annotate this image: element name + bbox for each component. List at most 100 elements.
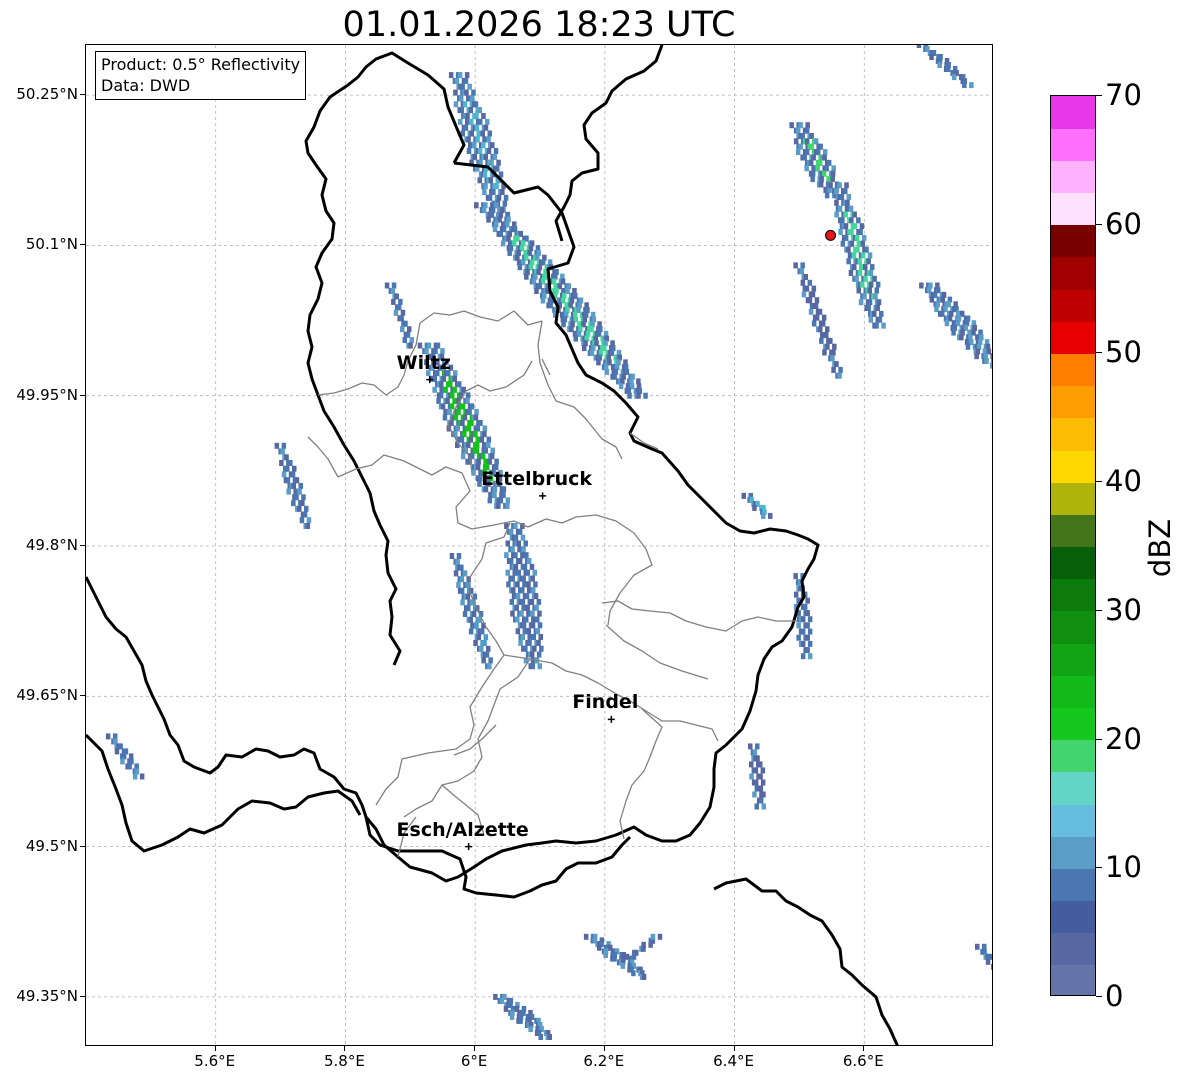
colorbar-segment [1051,321,1095,355]
echo-pixel [281,442,287,449]
echo-cell [583,933,647,980]
echo-pixel [825,326,830,333]
echo-pixel [597,944,602,951]
echo-pixel [487,497,493,504]
colorbar-segment [1051,675,1095,708]
echo-pixel [634,949,639,956]
echo-pixel [469,403,475,410]
lat-tick [80,394,85,396]
colorbar-tick [1096,95,1102,96]
echo-pixel [469,130,474,137]
echo-pixel [832,343,837,350]
echo-pixel [846,246,851,253]
echo-pixel [305,523,310,529]
echo-pixel [800,279,806,286]
echo-pixel [449,553,455,559]
echo-cell [493,993,552,1040]
echo-pixel [862,293,867,300]
echo-pixel [456,408,461,415]
echo-pixel [536,651,542,658]
echo-pixel [872,310,877,317]
echo-pixel [837,205,843,212]
echo-pixel [818,181,824,188]
echo-pixel [761,803,766,810]
city-label: Findel [572,691,639,714]
colorbar-segment [1051,289,1095,322]
echo-pixel [473,640,478,646]
echo-pixel [522,563,528,570]
echo-pixel [475,425,481,432]
colorbar-segment [1051,643,1095,676]
echo-pixel [471,89,476,96]
echo-pixel [496,502,501,509]
echo-pixel [515,628,521,635]
city-label: Wiltz [396,351,451,374]
echo-pixel [403,320,408,327]
echo-pixel [798,122,803,129]
echo-pixel [493,148,499,154]
radar-map[interactable] [85,44,993,1046]
echo-pixel [804,165,809,172]
echo-pixel [297,488,302,495]
echo-pixel [814,314,820,321]
echo-pixel [530,663,535,670]
echo-pixel [991,963,992,970]
echo-pixel [811,320,817,327]
colorbar-segment [1051,707,1095,741]
echo-pixel [518,1017,523,1024]
echo-pixel [400,309,406,316]
echo-pixel [486,442,491,449]
echo-pixel [521,546,526,553]
echo-pixel [290,471,296,478]
colorbar-title: dBZ [1143,518,1177,578]
echo-pixel [758,785,764,792]
echo-pixel [768,512,773,519]
echo-pixel [752,791,757,798]
echo-pixel [860,240,866,247]
echo-pixel [500,240,506,247]
echo-pixel [459,576,464,583]
echo-pixel [849,240,855,247]
city-marker [607,715,615,723]
echo-pixel [533,581,538,588]
echo-pixel [992,353,993,359]
echo-pixel [860,252,866,259]
echo-pixel [458,118,463,125]
echo-pixel [807,640,813,647]
echo-pixel [493,993,498,1000]
echo-pixel [499,997,505,1004]
echo-pixel [492,153,497,160]
echo-pixel [505,502,510,509]
echo-pixel [469,420,474,426]
lon-tick [733,1046,735,1051]
echo-pixel [839,194,845,200]
echo-cell [919,282,993,369]
echo-pixel [754,803,759,810]
echo-pixel [852,223,858,230]
colorbar-segment [1051,160,1095,194]
echo-pixel [520,587,525,594]
echo-cell [975,943,992,970]
echo-pixel [807,616,813,623]
echo-pixel [475,464,481,471]
echo-pixel [453,370,458,377]
echo-pixel [487,458,492,465]
echo-pixel [462,431,467,438]
echo-pixel [502,200,508,207]
echo-pixel [804,138,810,145]
echo-pixel [396,304,402,311]
echo-pixel [761,791,766,798]
echo-pixel [510,546,515,553]
echo-pixel [535,616,540,623]
echo-pixel [494,458,499,465]
echo-pixel [828,337,833,344]
echo-pixel [466,442,471,449]
echo-pixel [504,552,509,559]
colorbar-segment [1051,578,1095,612]
echo-pixel [810,170,816,177]
echo-pixel [974,353,979,360]
echo-pixel [482,425,488,432]
colorbar-segment [1051,771,1095,805]
echo-pixel [490,142,495,149]
echo-pixel [482,640,487,646]
